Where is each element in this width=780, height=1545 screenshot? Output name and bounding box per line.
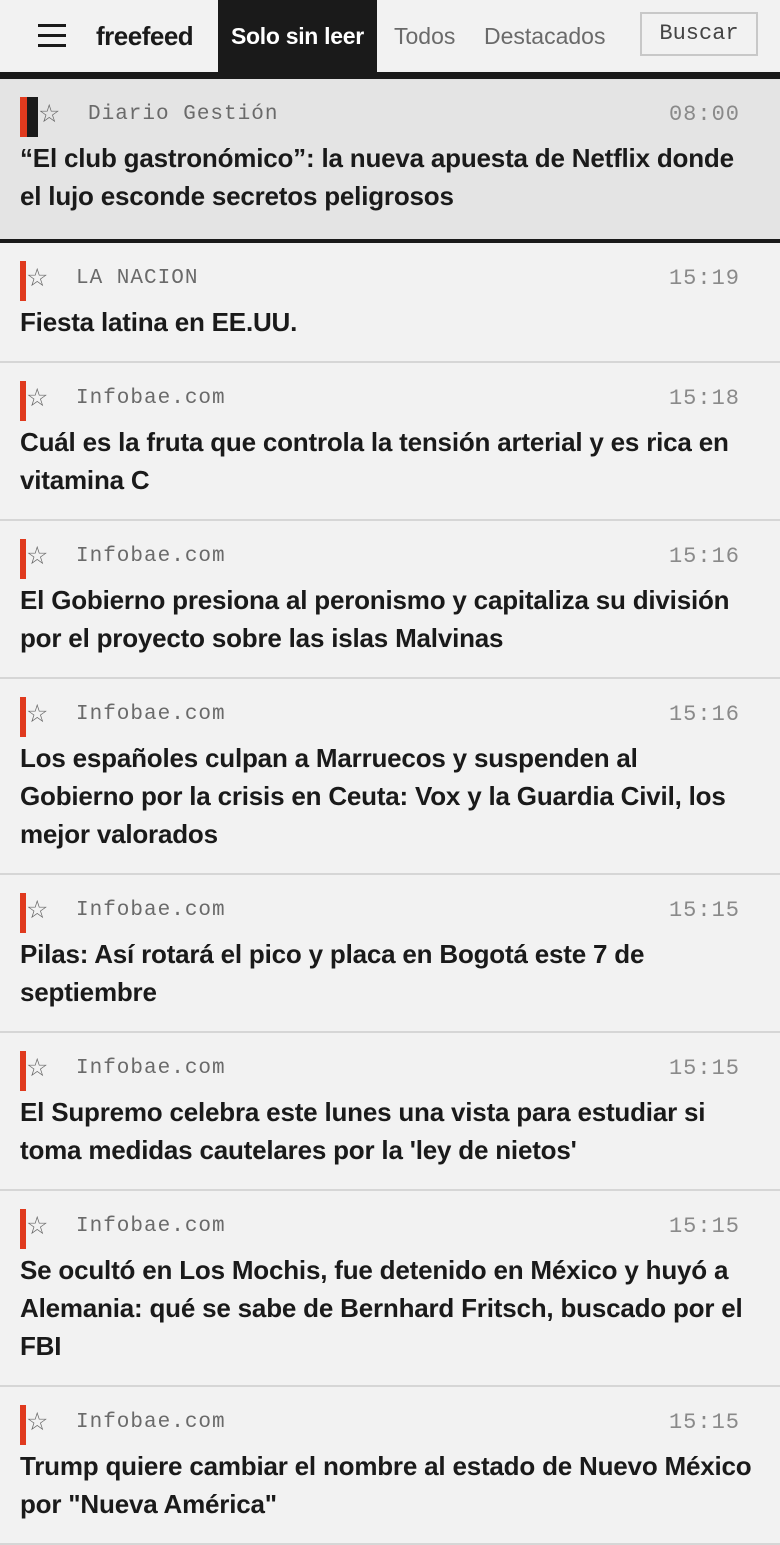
feed-item[interactable]: ☆ Infobae.com 15:15 Pilas: Así rotará el… <box>0 875 780 1033</box>
feed-item[interactable]: ☆ Infobae.com 15:16 El Gobierno presiona… <box>0 521 780 679</box>
item-source: Infobae.com <box>76 703 226 726</box>
tab-all[interactable]: Todos <box>394 0 455 72</box>
top-bar: freefeed Solo sin leer Todos Destacados … <box>0 0 780 79</box>
item-title[interactable]: Trump quiere cambiar el nombre al estado… <box>20 1447 754 1523</box>
search-button[interactable]: Buscar <box>640 12 758 56</box>
item-meta: ☆ LA NACION 15:19 <box>20 261 754 303</box>
item-meta: ☆ Infobae.com 15:16 <box>20 539 754 581</box>
star-icon[interactable]: ☆ <box>26 541 48 571</box>
item-time: 15:15 <box>668 1410 740 1435</box>
feed-list: ☆ Diario Gestión 08:00 “El club gastronó… <box>0 79 780 1545</box>
item-title[interactable]: El Gobierno presiona al peronismo y capi… <box>20 581 754 657</box>
item-time: 08:00 <box>668 102 740 127</box>
unread-marker <box>20 97 27 137</box>
star-icon[interactable]: ☆ <box>26 699 48 729</box>
feed-item[interactable]: ☆ Infobae.com 15:15 El Supremo celebra e… <box>0 1033 780 1191</box>
tab-starred[interactable]: Destacados <box>484 0 605 72</box>
feed-item[interactable]: ☆ Infobae.com 15:15 Trump quiere cambiar… <box>0 1387 780 1545</box>
item-source: Infobae.com <box>76 899 226 922</box>
star-icon[interactable]: ☆ <box>26 895 48 925</box>
item-time: 15:16 <box>668 702 740 727</box>
feed-item[interactable]: ☆ LA NACION 15:19 Fiesta latina en EE.UU… <box>0 243 780 363</box>
item-title[interactable]: Se ocultó en Los Mochis, fue detenido en… <box>20 1251 754 1365</box>
item-title[interactable]: Fiesta latina en EE.UU. <box>20 303 754 341</box>
feed-item[interactable]: ☆ Infobae.com 15:18 Cuál es la fruta que… <box>0 363 780 521</box>
star-icon[interactable]: ☆ <box>38 99 60 129</box>
star-icon[interactable]: ☆ <box>26 1407 48 1437</box>
item-meta: ☆ Infobae.com 15:15 <box>20 1209 754 1251</box>
item-meta: ☆ Infobae.com 15:18 <box>20 381 754 423</box>
item-title[interactable]: Pilas: Así rotará el pico y placa en Bog… <box>20 935 754 1011</box>
item-source: Infobae.com <box>76 1411 226 1434</box>
item-source: Infobae.com <box>76 545 226 568</box>
item-time: 15:15 <box>668 898 740 923</box>
star-icon[interactable]: ☆ <box>26 1053 48 1083</box>
item-meta: ☆ Infobae.com 15:15 <box>20 893 754 935</box>
item-source: Diario Gestión <box>88 103 279 126</box>
feed-item[interactable]: ☆ Infobae.com 15:16 Los españoles culpan… <box>0 679 780 875</box>
item-meta: ☆ Infobae.com 15:15 <box>20 1405 754 1447</box>
app-logo[interactable]: freefeed <box>96 18 194 54</box>
item-source: LA NACION <box>76 267 199 290</box>
item-title[interactable]: Los españoles culpan a Marruecos y suspe… <box>20 739 754 853</box>
item-meta: ☆ Diario Gestión 08:00 <box>20 97 754 139</box>
selected-marker <box>27 97 38 137</box>
feed-item[interactable]: ☆ Diario Gestión 08:00 “El club gastronó… <box>0 79 780 243</box>
item-time: 15:15 <box>668 1214 740 1239</box>
item-time: 15:19 <box>668 266 740 291</box>
item-time: 15:15 <box>668 1056 740 1081</box>
item-time: 15:16 <box>668 544 740 569</box>
item-title[interactable]: El Supremo celebra este lunes una vista … <box>20 1093 754 1169</box>
item-title[interactable]: “El club gastronómico”: la nueva apuesta… <box>20 139 754 215</box>
item-meta: ☆ Infobae.com 15:15 <box>20 1051 754 1093</box>
item-source: Infobae.com <box>76 387 226 410</box>
item-meta: ☆ Infobae.com 15:16 <box>20 697 754 739</box>
item-time: 15:18 <box>668 386 740 411</box>
tab-unread[interactable]: Solo sin leer <box>218 0 377 72</box>
star-icon[interactable]: ☆ <box>26 1211 48 1241</box>
item-source: Infobae.com <box>76 1057 226 1080</box>
hamburger-menu-icon[interactable] <box>38 24 66 48</box>
star-icon[interactable]: ☆ <box>26 263 48 293</box>
item-source: Infobae.com <box>76 1215 226 1238</box>
star-icon[interactable]: ☆ <box>26 383 48 413</box>
item-title[interactable]: Cuál es la fruta que controla la tensión… <box>20 423 754 499</box>
feed-item[interactable]: ☆ Infobae.com 15:15 Se ocultó en Los Moc… <box>0 1191 780 1387</box>
